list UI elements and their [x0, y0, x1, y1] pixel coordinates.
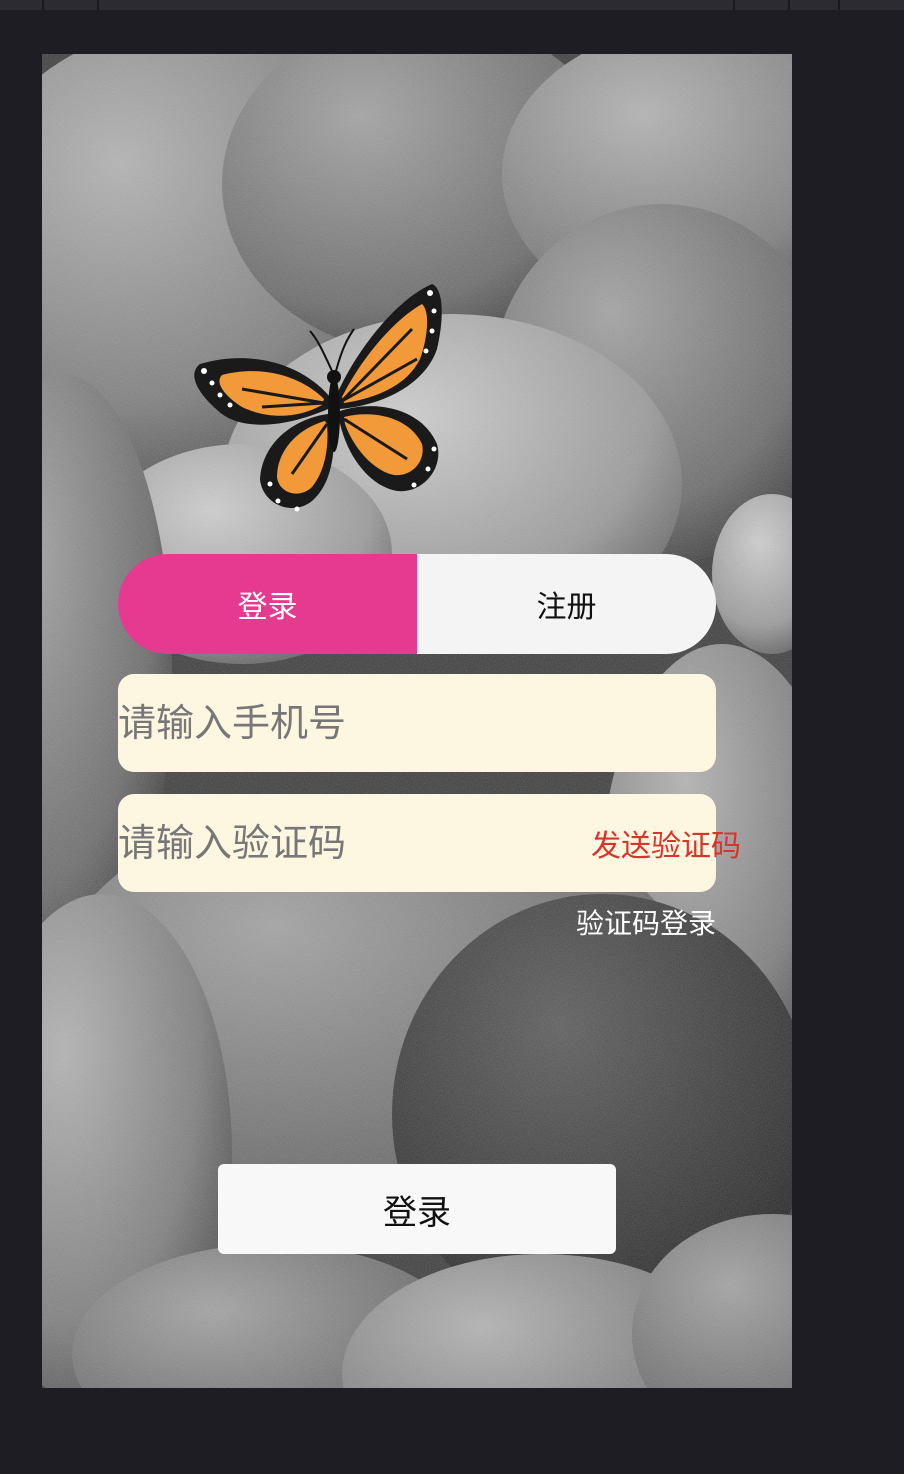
- verification-code-input[interactable]: [118, 794, 591, 892]
- phone-screen: 登录 注册 发送验证码 验证码登录 登录: [42, 54, 792, 1388]
- send-code-button[interactable]: 发送验证码: [591, 821, 741, 865]
- code-login-link[interactable]: 验证码登录: [576, 902, 716, 942]
- tab-register-label: 注册: [536, 590, 597, 625]
- login-button[interactable]: 登录: [218, 1164, 616, 1254]
- phone-input[interactable]: [118, 674, 716, 772]
- tab-login-label: 登录: [237, 590, 298, 625]
- phone-field: [118, 674, 716, 772]
- top-window-bar: [0, 0, 904, 10]
- top-bar-divider: [733, 0, 735, 10]
- tab-register[interactable]: 注册: [417, 554, 716, 654]
- top-bar-divider: [97, 0, 99, 10]
- top-bar-divider: [42, 0, 44, 10]
- top-bar-divider: [838, 0, 840, 10]
- tab-login[interactable]: 登录: [118, 554, 417, 654]
- butterfly-icon: [194, 284, 442, 512]
- login-button-label: 登录: [383, 1192, 451, 1233]
- code-field: 发送验证码: [118, 794, 741, 892]
- top-bar-divider: [788, 0, 790, 10]
- auth-tabs: 登录 注册: [118, 554, 716, 654]
